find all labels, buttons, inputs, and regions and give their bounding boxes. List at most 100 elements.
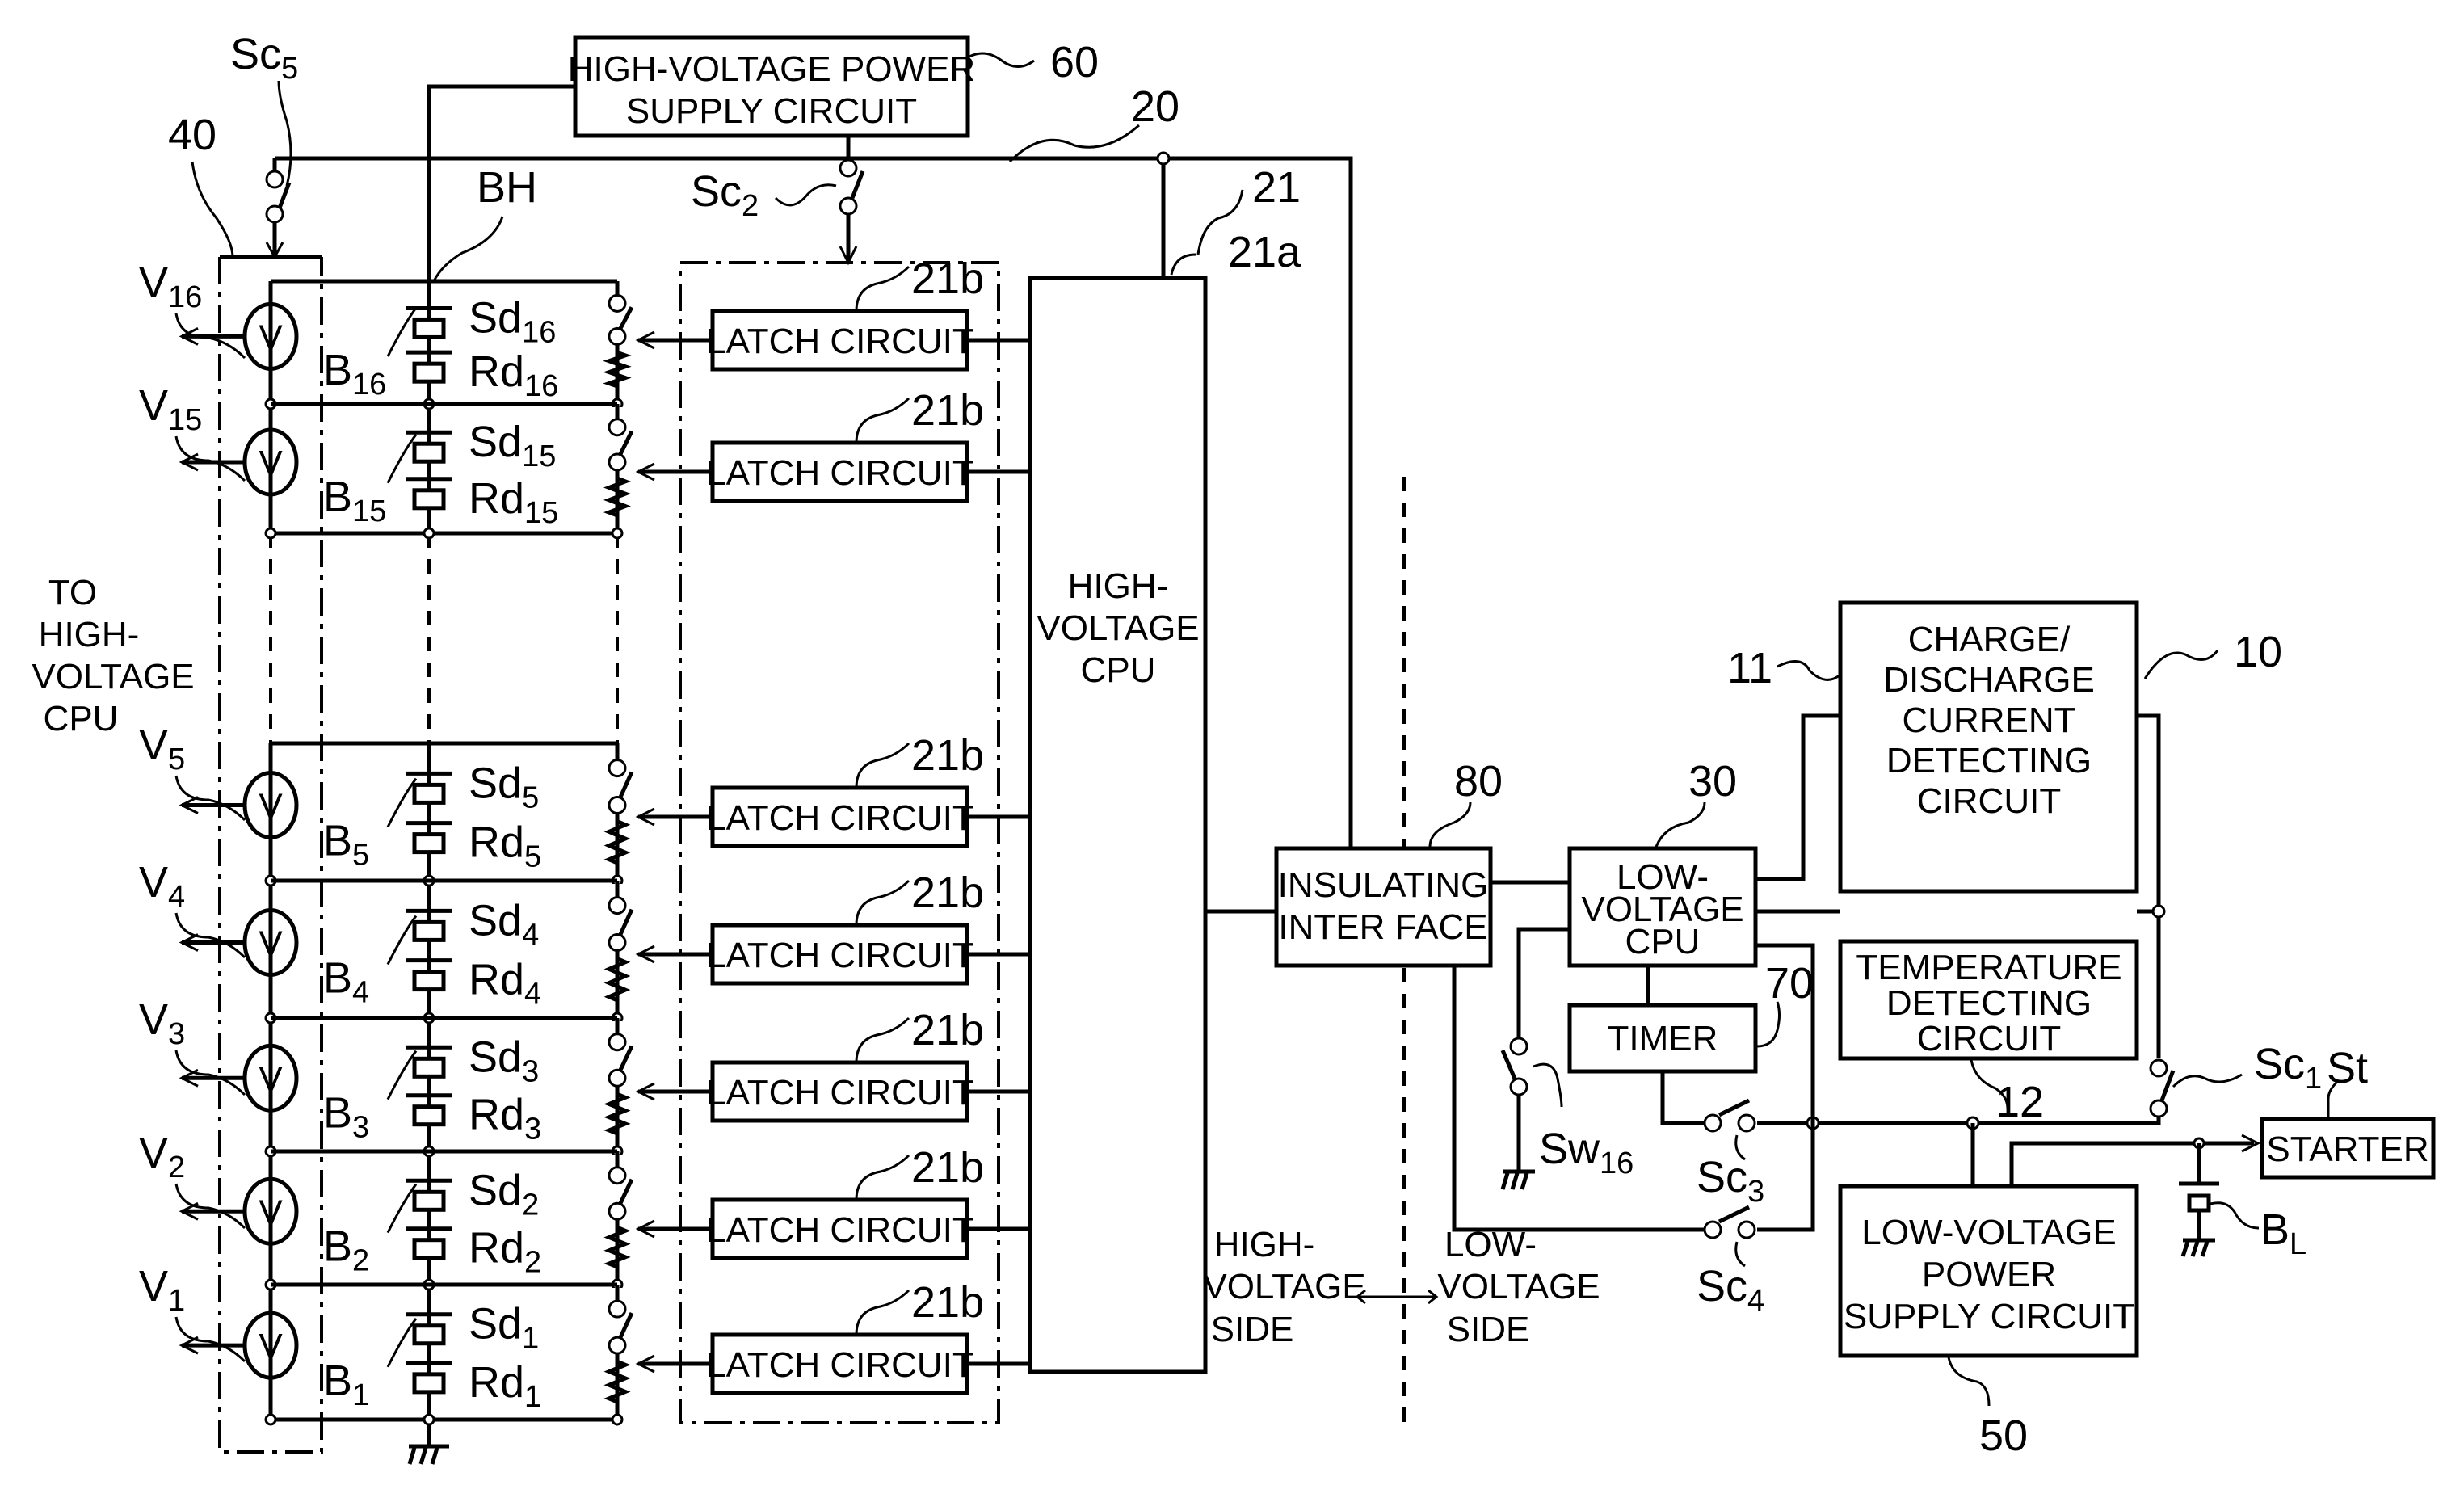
label-st: St xyxy=(2327,1044,2368,1092)
label-sd2: Sd2 xyxy=(469,1166,539,1222)
charge-discharge-block: CHARGE/ DISCHARGE CURRENT DETECTING CIRC… xyxy=(1727,600,2139,894)
label-sc4: Sc4 xyxy=(1697,1262,1764,1318)
svg-text:CHARGE/: CHARGE/ xyxy=(1908,620,2071,659)
ref-12: 12 xyxy=(1995,1078,2044,1126)
ref-50: 50 xyxy=(1979,1412,2028,1460)
svg-text:VOLTAGE: VOLTAGE xyxy=(1437,1267,1600,1306)
label-v2: V2 xyxy=(139,1129,185,1184)
ref-80: 80 xyxy=(1454,757,1503,806)
switch-sc2: Sc2 xyxy=(691,137,865,266)
label-sd3: Sd3 xyxy=(469,1033,539,1088)
latch-circuit-label: LATCH CIRCUIT xyxy=(706,322,974,361)
svg-text:CURRENT: CURRENT xyxy=(1902,701,2075,740)
svg-text:V: V xyxy=(259,1059,283,1099)
resistor-rd5 xyxy=(603,813,631,871)
high-voltage-side-label: HIGH- VOLTAGE SIDE xyxy=(1203,1225,1365,1349)
switch-sd5 xyxy=(608,759,627,778)
temperature-block: TEMPERATURE DETECTING CIRCUIT 12 xyxy=(1838,939,2139,1126)
svg-text:SIDE: SIDE xyxy=(1211,1310,1294,1349)
label-sc2: Sc2 xyxy=(691,167,759,223)
hv-cpu-line2: VOLTAGE xyxy=(1036,608,1199,648)
to-high-voltage-cpu-label: TO HIGH- VOLTAGE CPU xyxy=(32,573,194,738)
label-v5: V5 xyxy=(139,721,185,776)
label-v16: V16 xyxy=(139,259,202,314)
svg-text:POWER: POWER xyxy=(1922,1255,2056,1294)
switch-sc3: Sc3 xyxy=(1697,1098,1764,1209)
switch-sd3 xyxy=(608,1033,627,1052)
svg-text:LOW-VOLTAGE: LOW-VOLTAGE xyxy=(1861,1213,2116,1252)
label-rd2: Rd2 xyxy=(469,1224,541,1280)
label-sc1: Sc1 xyxy=(2254,1040,2322,1096)
label-b15: B15 xyxy=(323,473,386,528)
latch-circuit-label: LATCH CIRCUIT xyxy=(706,1210,974,1250)
latch-circuit-label: LATCH CIRCUIT xyxy=(706,936,974,975)
label-rd16: Rd16 xyxy=(469,347,558,403)
ref-21b: 21b xyxy=(911,731,984,780)
resistor-rd1 xyxy=(603,1353,631,1410)
ref-30: 30 xyxy=(1688,757,1737,806)
hv-power-supply-line1: HIGH-VOLTAGE POWER xyxy=(568,49,975,89)
lv-power-supply-block: LOW-VOLTAGE POWER SUPPLY CIRCUIT 50 xyxy=(1838,1184,2139,1460)
svg-text:V: V xyxy=(259,924,283,964)
svg-text:HIGH-: HIGH- xyxy=(1214,1225,1315,1264)
label-sd16: Sd16 xyxy=(469,293,556,349)
label-v15: V15 xyxy=(139,381,202,437)
latch-circuit-label: LATCH CIRCUIT xyxy=(706,1073,974,1113)
switch-sd4 xyxy=(608,896,627,915)
latch-circuit-label: LATCH CIRCUIT xyxy=(706,1345,974,1385)
ref-11: 11 xyxy=(1727,644,1772,692)
hv-power-supply-block: HIGH-VOLTAGE POWER SUPPLY CIRCUIT 60 xyxy=(568,35,1099,138)
label-sd1: Sd1 xyxy=(469,1300,539,1356)
svg-text:DETECTING: DETECTING xyxy=(1886,983,2092,1023)
label-sd5: Sd5 xyxy=(469,759,539,814)
svg-text:V: V xyxy=(259,787,283,827)
svg-text:V: V xyxy=(259,444,283,483)
resistor-rd16 xyxy=(603,344,632,394)
low-voltage-side-label: LOW- VOLTAGE SIDE xyxy=(1437,1225,1600,1349)
svg-text:STARTER: STARTER xyxy=(2266,1130,2428,1169)
switch-sd1 xyxy=(608,1299,627,1319)
resistor-rd4 xyxy=(603,950,631,1008)
circuit-diagram: HIGH-VOLTAGE POWER SUPPLY CIRCUIT 60 20 … xyxy=(32,30,2436,1465)
ref-21b: 21b xyxy=(911,255,984,303)
label-rd5: Rd5 xyxy=(469,818,541,874)
label-rd1: Rd1 xyxy=(469,1358,541,1414)
label-rd4: Rd4 xyxy=(469,956,541,1012)
svg-text:VOLTAGE: VOLTAGE xyxy=(1203,1267,1365,1306)
label-b5: B5 xyxy=(323,817,369,873)
label-sw16: Sw16 xyxy=(1539,1125,1634,1180)
svg-text:V: V xyxy=(259,318,283,357)
svg-text:CIRCUIT: CIRCUIT xyxy=(1917,781,2061,821)
ref-21a: 21a xyxy=(1228,228,1301,276)
ref-21b: 21b xyxy=(911,386,984,435)
ref-21b: 21b xyxy=(911,1143,984,1192)
insulating-interface-block: INSULATING INTER FACE 80 xyxy=(1274,757,1503,968)
ref-21b: 21b xyxy=(911,1006,984,1054)
svg-text:DETECTING: DETECTING xyxy=(1886,741,2092,780)
hv-cpu-line1: HIGH- xyxy=(1068,566,1169,606)
label-b3: B3 xyxy=(323,1089,369,1145)
switch-sd16 xyxy=(608,293,627,313)
label-sc3: Sc3 xyxy=(1697,1153,1764,1209)
label-sd4: Sd4 xyxy=(469,896,539,952)
svg-text:VOLTAGE: VOLTAGE xyxy=(32,657,194,696)
switch-sc4: Sc4 xyxy=(1697,1205,1764,1318)
interface-line1: INSULATING xyxy=(1278,865,1489,905)
latch-circuit-label: LATCH CIRCUIT xyxy=(706,453,974,493)
label-b1: B1 xyxy=(323,1357,369,1412)
label-bl: BL xyxy=(2260,1205,2306,1261)
svg-text:CPU: CPU xyxy=(44,699,119,738)
label-b4: B4 xyxy=(323,954,369,1010)
label-rd3: Rd3 xyxy=(469,1091,541,1146)
label-v3: V3 xyxy=(139,995,185,1051)
ref-10: 10 xyxy=(2234,628,2282,676)
svg-text:CPU: CPU xyxy=(1625,922,1701,961)
ref-40: 40 xyxy=(168,111,217,159)
resistor-rd2 xyxy=(603,1219,631,1275)
timer-block: TIMER 70 xyxy=(1567,959,1814,1074)
resistor-rd3 xyxy=(603,1086,631,1142)
lv-battery xyxy=(2179,1143,2219,1186)
lv-cpu-block: LOW- VOLTAGE CPU 30 xyxy=(1567,757,1758,968)
label-b2: B2 xyxy=(323,1222,369,1278)
label-v4: V4 xyxy=(139,858,185,914)
